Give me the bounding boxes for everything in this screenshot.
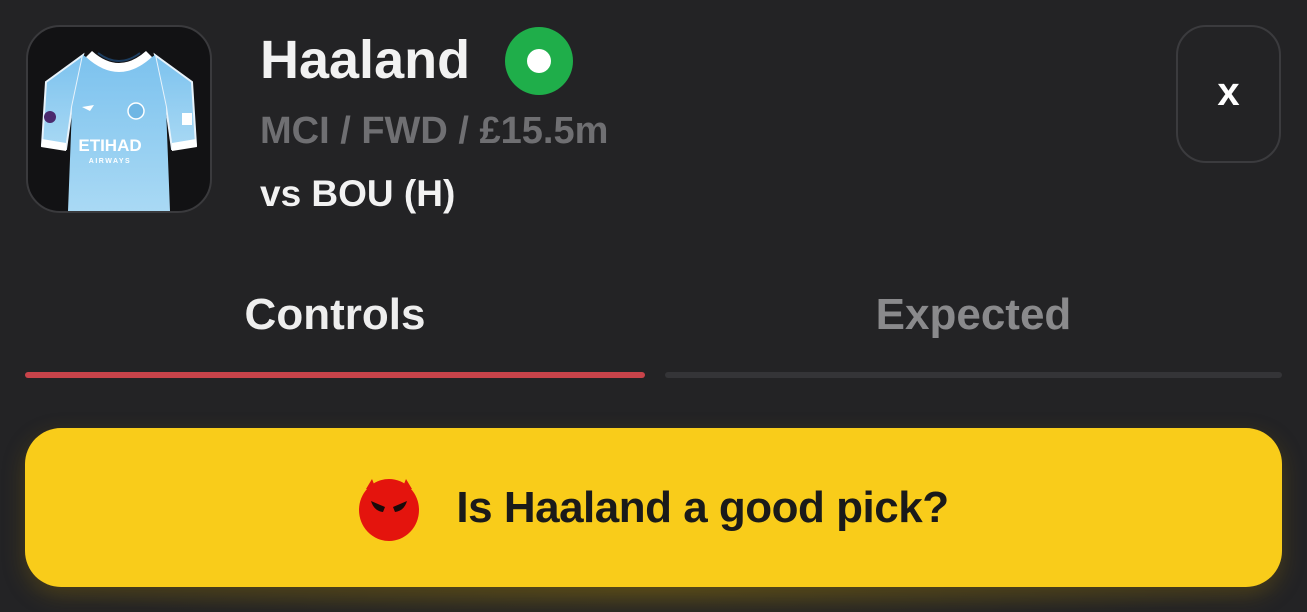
jersey-image: ETIHAD AIRWAYS [26,25,212,213]
sponsor-text: ETIHAD [78,136,141,155]
close-button[interactable]: x [1176,25,1281,163]
jersey-icon: ETIHAD AIRWAYS [40,51,198,211]
tab-controls[interactable]: Controls [25,285,645,345]
devil-face-icon [359,478,420,541]
tab-controls-indicator [25,372,645,378]
availability-status-icon [505,27,573,95]
player-detail-panel: ETIHAD AIRWAYS Haaland MCI / FWD / £15.5… [0,0,1307,612]
close-icon: x [1217,70,1240,114]
ask-good-pick-button[interactable]: Is Haaland a good pick? [25,428,1282,587]
cta-label: Is Haaland a good pick? [456,482,949,532]
player-name: Haaland [260,30,471,90]
player-fixture: vs BOU (H) [260,173,456,214]
player-meta: MCI / FWD / £15.5m [260,110,609,152]
tab-expected[interactable]: Expected [665,285,1282,345]
tab-expected-indicator [665,372,1282,378]
cta-content: Is Haaland a good pick? [358,475,949,541]
sponsor-subtext: AIRWAYS [89,158,131,165]
